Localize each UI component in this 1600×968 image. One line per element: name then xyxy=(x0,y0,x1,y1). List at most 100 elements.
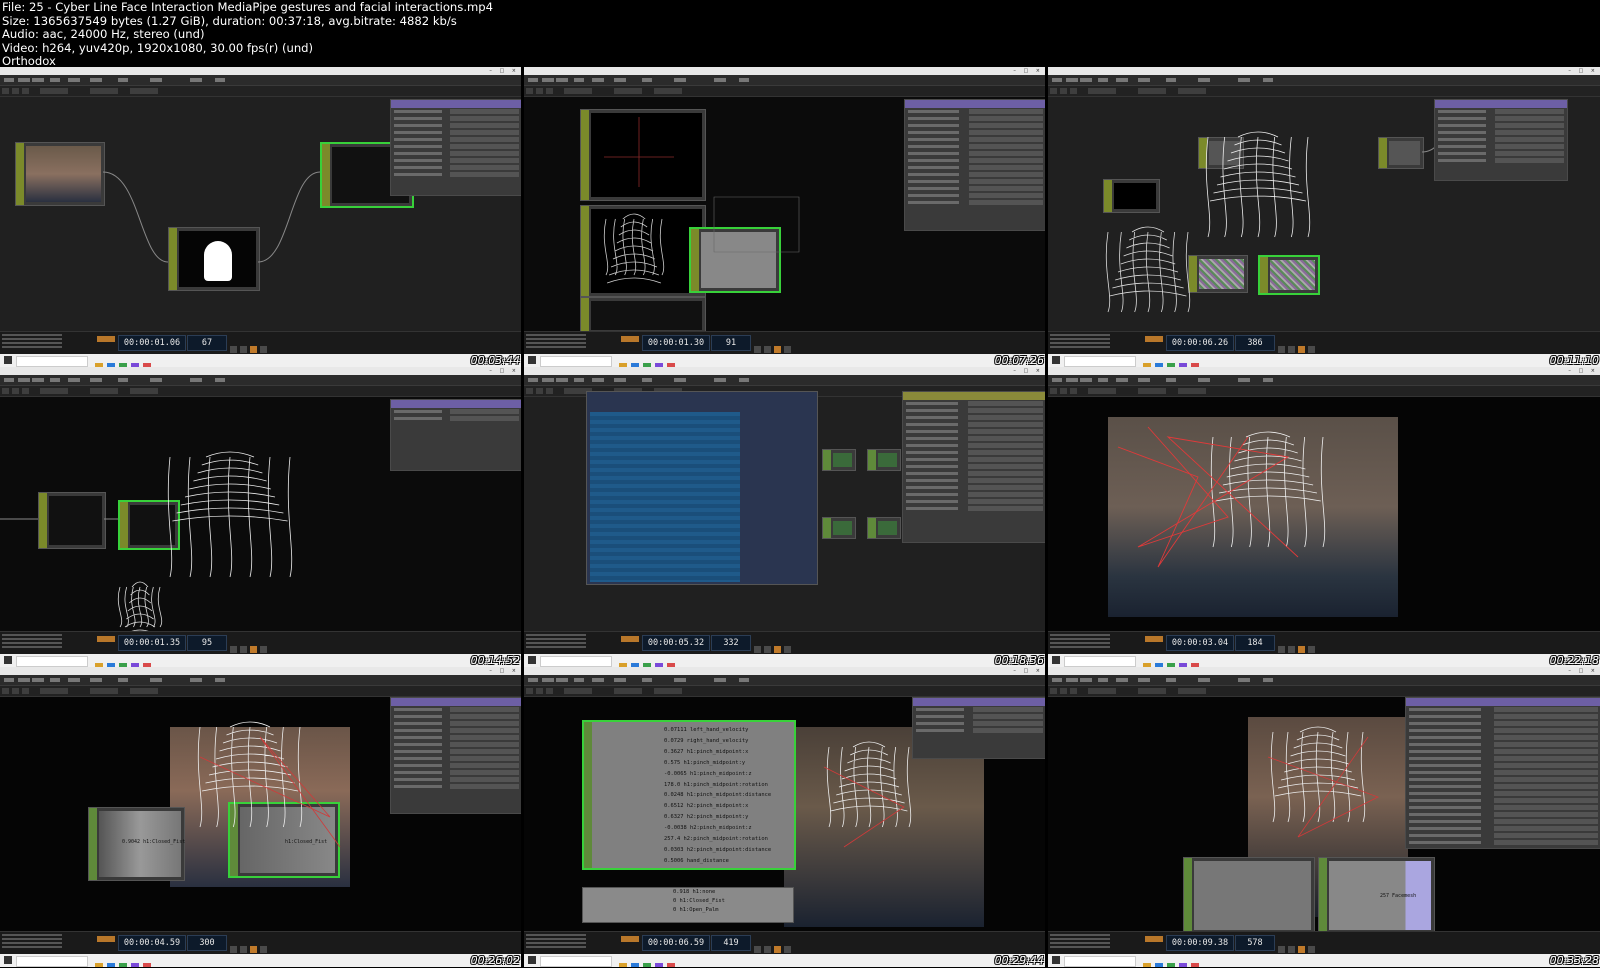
app-icon[interactable] xyxy=(619,963,627,967)
parameter-row[interactable] xyxy=(394,409,519,415)
parameter-row[interactable] xyxy=(394,735,519,741)
menu-item[interactable] xyxy=(18,78,30,82)
network-editor-canvas[interactable] xyxy=(1048,397,1600,632)
toolbar-button[interactable] xyxy=(526,688,533,694)
menu-item[interactable] xyxy=(556,678,568,682)
menu-item[interactable] xyxy=(18,678,30,682)
menu-item[interactable] xyxy=(1080,378,1092,382)
network-editor-canvas[interactable] xyxy=(0,397,521,632)
menu-item[interactable] xyxy=(18,378,30,382)
parameter-row[interactable] xyxy=(908,116,1043,122)
menu-item[interactable] xyxy=(90,78,102,82)
parameter-row[interactable] xyxy=(394,158,519,164)
window-controls-icon[interactable]: – □ × xyxy=(1013,368,1043,374)
parameter-row[interactable] xyxy=(1409,728,1598,734)
menu-item[interactable] xyxy=(528,78,538,82)
menu-item[interactable] xyxy=(215,678,225,682)
rewind-icon[interactable] xyxy=(754,646,761,653)
menu-item[interactable] xyxy=(150,78,162,82)
menu-item[interactable] xyxy=(1098,78,1108,82)
toolbar-button[interactable] xyxy=(2,688,9,694)
menu-item[interactable] xyxy=(592,678,604,682)
parameter-row[interactable] xyxy=(906,450,1043,456)
menu-item[interactable] xyxy=(118,678,128,682)
menu-item[interactable] xyxy=(1098,378,1108,382)
parameter-row[interactable] xyxy=(1409,784,1598,790)
toolbar-button[interactable] xyxy=(22,388,29,394)
network-editor-canvas[interactable]: 0.9042 h1:Closed_Fist h1:Closed_Fist xyxy=(0,697,521,932)
play-icon[interactable] xyxy=(1298,646,1305,653)
menu-item[interactable] xyxy=(50,678,60,682)
menu-item[interactable] xyxy=(215,78,225,82)
app-icon[interactable] xyxy=(1143,963,1151,967)
menu-item[interactable] xyxy=(4,78,14,82)
toolbar-button[interactable] xyxy=(1070,388,1077,394)
app-icon[interactable] xyxy=(1191,963,1199,967)
app-icon[interactable] xyxy=(1179,963,1187,967)
parameter-row[interactable] xyxy=(906,415,1043,421)
menu-item[interactable] xyxy=(528,378,538,382)
toolbar-button[interactable] xyxy=(130,88,158,94)
parameter-row[interactable] xyxy=(908,109,1043,115)
step-forward-icon[interactable] xyxy=(784,346,791,353)
menu-item[interactable] xyxy=(574,378,584,382)
step-back-icon[interactable] xyxy=(764,346,771,353)
menu-item[interactable] xyxy=(50,78,60,82)
step-back-icon[interactable] xyxy=(240,346,247,353)
parameter-row[interactable] xyxy=(1409,777,1598,783)
menu-item[interactable] xyxy=(674,78,686,82)
parameter-row[interactable] xyxy=(906,506,1043,512)
operator-node[interactable] xyxy=(822,517,856,539)
parameter-row[interactable] xyxy=(1409,763,1598,769)
menu-item[interactable] xyxy=(4,378,14,382)
parameter-row[interactable] xyxy=(916,714,1043,720)
menu-item[interactable] xyxy=(1238,378,1250,382)
network-editor-canvas[interactable]: 257 Facemesh xyxy=(1048,697,1600,934)
app-icon[interactable] xyxy=(631,963,639,967)
parameter-row[interactable] xyxy=(906,471,1043,477)
parameter-row[interactable] xyxy=(394,721,519,727)
parameter-row[interactable] xyxy=(394,151,519,157)
window-controls-icon[interactable]: – □ × xyxy=(489,68,519,74)
step-forward-icon[interactable] xyxy=(260,346,267,353)
menu-item[interactable] xyxy=(1238,78,1250,82)
step-forward-icon[interactable] xyxy=(260,646,267,653)
operator-node[interactable] xyxy=(867,449,901,471)
toolbar-button[interactable] xyxy=(22,688,29,694)
parameter-row[interactable] xyxy=(394,756,519,762)
menu-item[interactable] xyxy=(68,678,80,682)
menu-item[interactable] xyxy=(542,78,554,82)
menu-item[interactable] xyxy=(674,678,686,682)
parameter-row[interactable] xyxy=(1438,123,1564,129)
parameter-row[interactable] xyxy=(908,158,1043,164)
menu-item[interactable] xyxy=(32,378,44,382)
step-back-icon[interactable] xyxy=(240,946,247,953)
parameter-row[interactable] xyxy=(394,165,519,171)
toolbar-button[interactable] xyxy=(1088,388,1116,394)
window-controls-icon[interactable]: – □ × xyxy=(1013,668,1043,674)
toolbar-button[interactable] xyxy=(1138,88,1166,94)
menu-item[interactable] xyxy=(542,378,554,382)
parameter-row[interactable] xyxy=(394,749,519,755)
step-back-icon[interactable] xyxy=(240,646,247,653)
toolbar-button[interactable] xyxy=(130,388,158,394)
parameter-row[interactable] xyxy=(906,429,1043,435)
toolbar-button[interactable] xyxy=(12,388,19,394)
menu-item[interactable] xyxy=(1238,678,1250,682)
parameter-row[interactable] xyxy=(394,714,519,720)
menu-item[interactable] xyxy=(1052,678,1062,682)
step-back-icon[interactable] xyxy=(1288,346,1295,353)
step-forward-icon[interactable] xyxy=(260,946,267,953)
parameter-row[interactable] xyxy=(908,179,1043,185)
timeline-range-button[interactable] xyxy=(621,936,639,942)
toolbar-button[interactable] xyxy=(546,388,553,394)
operator-node[interactable] xyxy=(822,449,856,471)
menu-item[interactable] xyxy=(714,378,726,382)
parameter-row[interactable] xyxy=(1409,735,1598,741)
step-forward-icon[interactable] xyxy=(784,946,791,953)
menu-item[interactable] xyxy=(556,78,568,82)
taskbar-search[interactable] xyxy=(540,356,612,367)
parameter-panel[interactable] xyxy=(390,99,521,196)
rewind-icon[interactable] xyxy=(1278,346,1285,353)
menu-item[interactable] xyxy=(1098,678,1108,682)
